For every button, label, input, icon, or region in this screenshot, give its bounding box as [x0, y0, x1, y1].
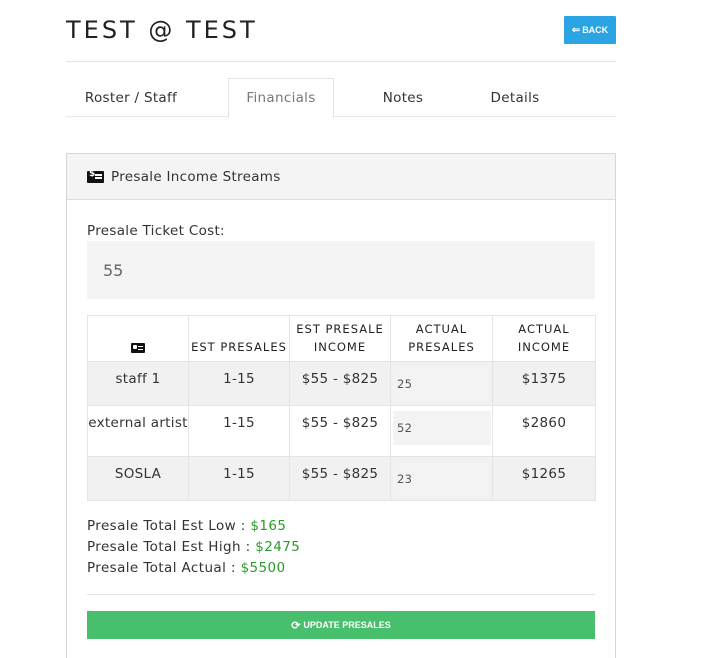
row-actual-income: $1265 [492, 456, 596, 501]
table-row: external artist 1-15 $55 - $825 52 $2860 [87, 405, 596, 457]
panel-header: Presale Income Streams [67, 154, 615, 200]
total-est-high-label: Presale Total Est High : [87, 539, 256, 555]
page-title: TEST @ TEST [66, 16, 258, 44]
ticket-cost-label: Presale Ticket Cost: [87, 223, 225, 239]
presale-panel: Presale Income Streams Presale Ticket Co… [66, 153, 616, 658]
column-header: EST PRESALE INCOME [289, 315, 391, 362]
refresh-icon: ⟳ [291, 619, 301, 632]
total-est-low-label: Presale Total Est Low : [87, 518, 251, 534]
row-est-income: $55 - $825 [289, 405, 391, 457]
tab-details[interactable]: Details [478, 78, 552, 117]
total-est-low-value: $165 [250, 518, 287, 534]
row-actual-income: $1375 [492, 361, 596, 406]
table-row: SOSLA 1-15 $55 - $825 23 $1265 [87, 456, 596, 501]
row-est-income: $55 - $825 [289, 361, 391, 406]
presale-totals: Presale Total Est Low : $165 Presale Tot… [87, 516, 300, 579]
tab-bar: Roster / Staff Financials Notes Details [66, 78, 616, 118]
row-est-presales: 1-15 [188, 361, 290, 406]
tab-roster-staff[interactable]: Roster / Staff [66, 78, 196, 117]
id-card-icon [131, 342, 145, 353]
actual-presales-input[interactable]: 23 [393, 462, 491, 496]
presale-table: EST PRESALES EST PRESALE INCOME ACTUAL P… [87, 315, 596, 501]
total-est-low: Presale Total Est Low : $165 [87, 516, 300, 537]
actual-presales-input[interactable]: 52 [393, 411, 491, 445]
total-actual: Presale Total Actual : $5500 [87, 558, 300, 579]
ticket-cost-input[interactable]: 55 [87, 241, 595, 299]
row-name: staff 1 [87, 361, 189, 406]
total-est-high-value: $2475 [255, 539, 301, 555]
row-est-presales: 1-15 [188, 456, 290, 501]
tab-notes[interactable]: Notes [368, 78, 438, 117]
row-name: external artist [87, 405, 189, 457]
column-header-icon [87, 315, 189, 362]
panel-title: Presale Income Streams [111, 168, 281, 185]
row-actual-income: $2860 [492, 405, 596, 457]
table-row: staff 1 1-15 $55 - $825 25 $1375 [87, 361, 596, 406]
row-est-presales: 1-15 [188, 405, 290, 457]
row-actual-presales-cell: 52 [390, 405, 493, 457]
total-actual-value: $5500 [240, 560, 286, 576]
money-bill-icon [87, 169, 104, 183]
arrow-left-icon: ⇐ [571, 24, 581, 36]
actual-presales-input[interactable]: 25 [393, 367, 491, 401]
row-actual-presales-cell: 25 [390, 361, 493, 406]
row-est-income: $55 - $825 [289, 456, 391, 501]
column-header: EST PRESALES [188, 315, 290, 362]
table-header-row: EST PRESALES EST PRESALE INCOME ACTUAL P… [87, 315, 596, 362]
total-est-high: Presale Total Est High : $2475 [87, 537, 300, 558]
totals-divider [87, 594, 595, 595]
row-actual-presales-cell: 23 [390, 456, 493, 501]
tab-financials[interactable]: Financials [228, 78, 334, 118]
column-header: ACTUAL PRESALES [390, 315, 493, 362]
row-name: SOSLA [87, 456, 189, 501]
back-button-label: BACK [582, 25, 609, 35]
update-presales-button[interactable]: ⟳ UPDATE PRESALES [87, 611, 595, 639]
total-actual-label: Presale Total Actual : [87, 560, 241, 576]
header-divider [66, 61, 616, 62]
back-button[interactable]: ⇐ BACK [564, 16, 616, 44]
update-presales-label: UPDATE PRESALES [303, 620, 391, 630]
column-header: ACTUAL INCOME [492, 315, 596, 362]
